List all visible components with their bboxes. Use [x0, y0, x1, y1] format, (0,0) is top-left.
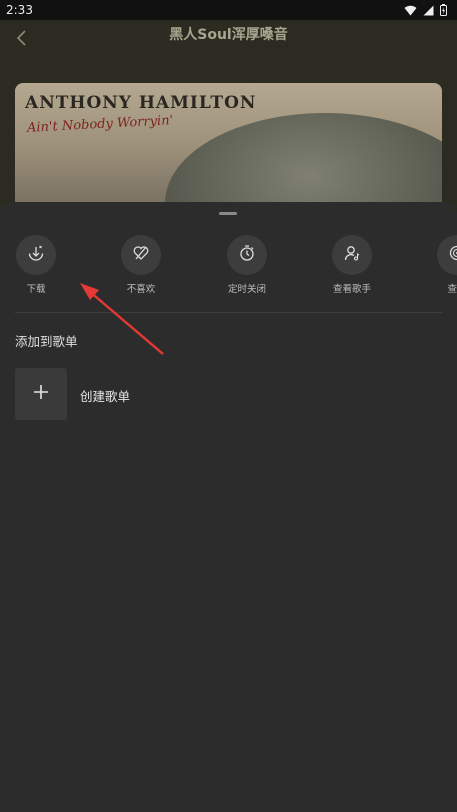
wifi-icon: [404, 5, 417, 16]
action-label: 查看: [447, 284, 457, 295]
album-artist-text: ANTHONY HAMILTON: [25, 93, 257, 113]
battery-icon: [440, 4, 447, 16]
page-title: 黑人Soul浑厚嗓音: [169, 27, 288, 43]
create-playlist-label: 创建歌单: [80, 389, 131, 404]
action-view-album[interactable]: 查看: [417, 235, 457, 295]
bottom-sheet: 下载 不喜欢 定时关闭 查看歌手 查 添加到歌单 创建歌单: [0, 202, 457, 812]
download-icon: [27, 244, 45, 266]
sheet-drag-handle[interactable]: [219, 212, 237, 215]
page-header: 黑人Soul浑厚嗓音: [0, 20, 457, 62]
status-time: 2:33: [6, 3, 33, 17]
action-row: 下载 不喜欢 定时关闭 查看歌手 查: [0, 235, 457, 305]
action-download[interactable]: 下载: [0, 235, 76, 295]
section-title-add-to-playlist: 添加到歌单: [15, 334, 78, 349]
album-subtitle-text: Ain't Nobody Worryin': [26, 113, 174, 136]
plus-icon: [33, 384, 49, 404]
action-view-singer[interactable]: 查看歌手: [312, 235, 392, 295]
action-label: 查看歌手: [332, 284, 371, 295]
divider: [15, 312, 442, 313]
action-label: 定时关闭: [227, 284, 266, 295]
status-bar: 2:33: [0, 0, 457, 20]
action-label: 下载: [26, 284, 46, 295]
signal-icon: [423, 5, 434, 16]
action-sleep-timer[interactable]: 定时关闭: [207, 235, 287, 295]
singer-icon: [343, 244, 361, 266]
action-dislike[interactable]: 不喜欢: [101, 235, 181, 295]
action-label: 不喜欢: [126, 284, 156, 295]
status-icons: [404, 4, 447, 16]
create-playlist-button[interactable]: [15, 368, 67, 420]
timer-icon: [238, 244, 256, 266]
album-icon: [448, 244, 457, 266]
create-playlist-row[interactable]: 创建歌单: [15, 368, 442, 420]
dislike-heart-icon: [132, 244, 150, 266]
